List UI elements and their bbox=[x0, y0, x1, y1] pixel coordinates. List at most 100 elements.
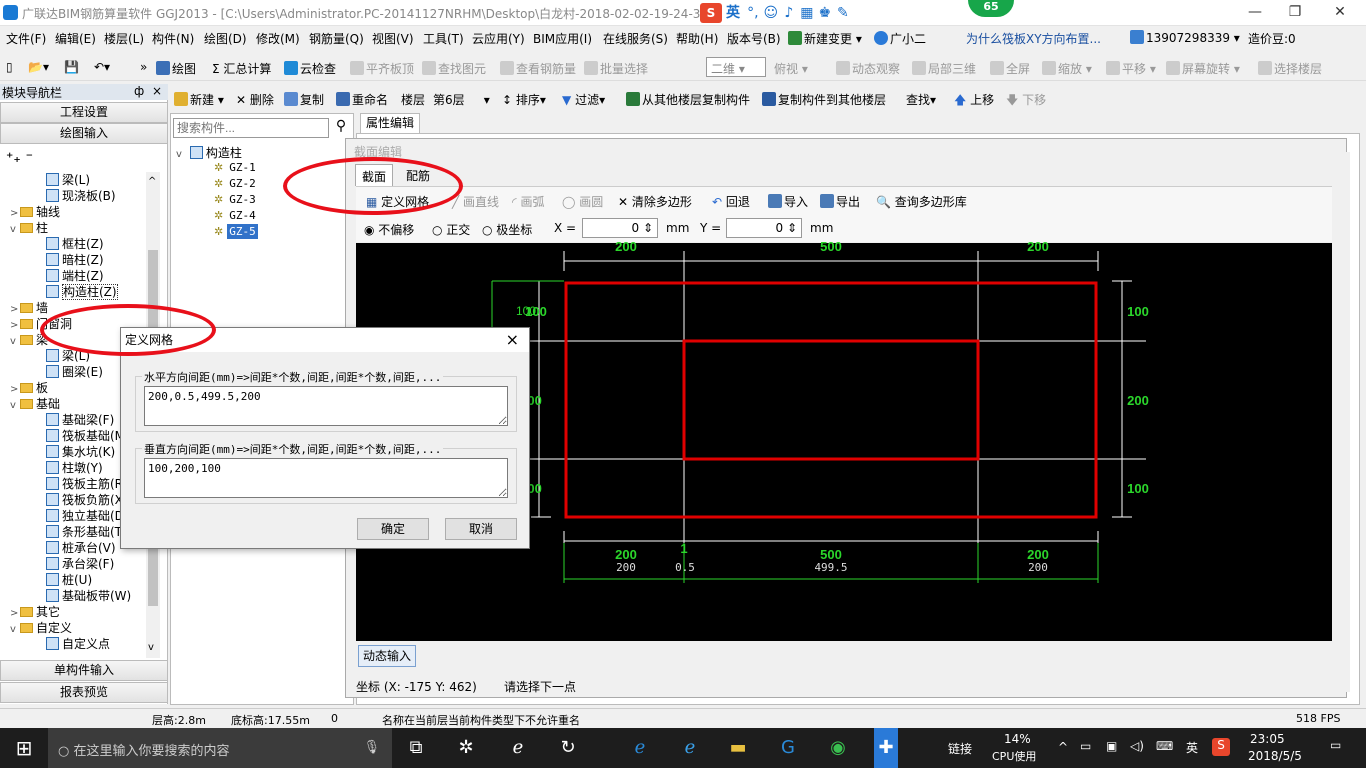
y-offset-input[interactable]: 0 ⇕ bbox=[726, 218, 802, 238]
rename-button[interactable]: 重命名 bbox=[336, 91, 388, 108]
clock-time[interactable]: 23:05 bbox=[1250, 732, 1285, 746]
rotate-button[interactable]: 屏幕旋转 ▾ bbox=[1166, 60, 1240, 77]
tree-item[interactable]: 现浇板(B) bbox=[46, 188, 116, 204]
menu-draw[interactable]: 绘图(D) bbox=[204, 30, 247, 47]
menu-modify[interactable]: 修改(M) bbox=[256, 30, 300, 47]
tree-item[interactable]: 筏板负筋(X) bbox=[46, 492, 128, 508]
menu-file[interactable]: 文件(F) bbox=[6, 30, 46, 47]
radio-no-offset[interactable]: ◉ 不偏移 bbox=[364, 221, 414, 238]
expand-icon[interactable]: v bbox=[10, 334, 20, 350]
tree-item[interactable]: > 墙 bbox=[10, 300, 48, 316]
task-view-icon[interactable]: ⧉ bbox=[404, 736, 428, 760]
filter-button[interactable]: ▼ 过滤▾ bbox=[562, 91, 605, 108]
panel-scrollbar[interactable] bbox=[1336, 152, 1350, 692]
menu-tools[interactable]: 工具(T) bbox=[423, 30, 464, 47]
user-phone[interactable]: 13907298339 ▾ bbox=[1130, 30, 1240, 45]
draw-arc-button[interactable]: ◜ 画弧 bbox=[512, 193, 544, 210]
fan-app-icon[interactable]: ✲ bbox=[454, 736, 478, 760]
menu-edit[interactable]: 编辑(E) bbox=[55, 30, 96, 47]
menu-rebar[interactable]: 钢筋量(Q) bbox=[309, 30, 364, 47]
menu-view[interactable]: 视图(V) bbox=[372, 30, 414, 47]
ok-button[interactable]: 确定 bbox=[357, 518, 429, 540]
draw-button[interactable]: 绘图 bbox=[156, 60, 196, 77]
radio-polar[interactable]: ○ 极坐标 bbox=[482, 221, 532, 238]
price-beans[interactable]: 造价豆:0 bbox=[1248, 30, 1296, 47]
tree-item[interactable]: 筏板基础(M) bbox=[46, 428, 130, 444]
tree-item[interactable]: 自定义点 bbox=[46, 636, 110, 652]
volume-icon[interactable]: ◁) bbox=[1130, 739, 1144, 753]
ime-toolbar[interactable]: S英 °, ☺ ♪ ▦ ♚ ✎ bbox=[700, 2, 910, 24]
sogou-tray-icon[interactable]: S bbox=[1212, 738, 1230, 756]
tree-item[interactable]: > 其它 bbox=[10, 604, 60, 620]
draw-input-button[interactable]: 绘图输入 bbox=[0, 123, 168, 144]
minimize-icon[interactable]: — bbox=[1245, 2, 1265, 22]
smile-icon[interactable]: ☺ bbox=[762, 5, 780, 21]
import-button[interactable]: 导入 bbox=[768, 193, 808, 210]
project-settings-button[interactable]: 工程设置 bbox=[0, 102, 168, 123]
floor-select[interactable]: 第6层 ▾ bbox=[433, 91, 490, 108]
menu-bim[interactable]: BIM应用(I) bbox=[533, 30, 592, 47]
batch-select-button[interactable]: 批量选择 bbox=[584, 60, 648, 77]
horizontal-spacing-input[interactable]: 200,0.5,499.5,200 bbox=[144, 386, 508, 426]
mic-icon[interactable]: ♪ bbox=[780, 5, 798, 21]
undo-step-button[interactable]: ↶ 回退 bbox=[712, 193, 750, 210]
zoom-button[interactable]: 缩放 ▾ bbox=[1042, 60, 1092, 77]
punct-icon[interactable]: °, bbox=[744, 5, 762, 21]
ie-blue-icon[interactable]: ℯ bbox=[678, 736, 702, 760]
sum-calc-button[interactable]: Σ 汇总计算 bbox=[212, 60, 271, 77]
sort-button[interactable]: ↕ 排序▾ bbox=[502, 91, 546, 108]
search-icon[interactable]: ⚲ bbox=[331, 118, 351, 138]
dynamic-view-button[interactable]: 动态观察 bbox=[836, 60, 900, 77]
tree-item[interactable]: v 基础 bbox=[10, 396, 60, 412]
keyboard-icon[interactable]: ▦ bbox=[798, 5, 816, 21]
menu-help[interactable]: 帮助(H) bbox=[676, 30, 718, 47]
view-mode-select[interactable]: 二维 ▾ bbox=[706, 57, 766, 77]
component-root[interactable]: v 构造柱 bbox=[176, 144, 242, 161]
menu-online[interactable]: 在线服务(S) bbox=[603, 30, 668, 47]
tree-item[interactable]: 端柱(Z) bbox=[46, 268, 104, 284]
taskbar-search[interactable]: ○ 在这里输入你要搜索的内容 🎙 bbox=[48, 728, 392, 768]
pin-icon[interactable]: ф bbox=[134, 84, 144, 98]
keyboard-tray-icon[interactable]: ⌨ bbox=[1156, 739, 1173, 753]
more-icon[interactable]: » bbox=[140, 60, 147, 74]
component-item[interactable]: ✲ GZ-4 bbox=[214, 208, 256, 222]
new-file-icon[interactable]: ▯ bbox=[6, 60, 13, 74]
g-app-icon[interactable]: ↻ bbox=[556, 736, 580, 760]
draw-circle-button[interactable]: ◯ 画圆 bbox=[562, 193, 603, 210]
tree-item[interactable]: > 轴线 bbox=[10, 204, 60, 220]
component-item[interactable]: ✲ GZ-2 bbox=[214, 176, 256, 190]
new-component-button[interactable]: 新建 ▾ bbox=[174, 91, 224, 108]
clear-polygon-button[interactable]: ✕ 清除多边形 bbox=[618, 193, 692, 210]
green-app-icon[interactable]: ◉ bbox=[826, 736, 850, 760]
query-polygon-lib-button[interactable]: 🔍 查询多边形库 bbox=[876, 193, 967, 210]
close-icon[interactable]: ✕ bbox=[1330, 2, 1350, 22]
link-label[interactable]: 链接 bbox=[948, 740, 972, 757]
explorer-icon[interactable]: ▬ bbox=[726, 736, 750, 760]
export-button[interactable]: 导出 bbox=[820, 193, 860, 210]
copy-from-floor-button[interactable]: 从其他楼层复制构件 bbox=[626, 91, 750, 108]
expand-icon[interactable]: v bbox=[10, 398, 20, 414]
windows-start-icon[interactable]: ⊞ bbox=[12, 736, 36, 760]
undo-icon[interactable]: ↶▾ bbox=[94, 60, 110, 74]
x-offset-input[interactable]: 0 ⇕ bbox=[582, 218, 658, 238]
scroll-up-icon[interactable]: ^ bbox=[148, 176, 156, 187]
tree-item[interactable]: v 自定义 bbox=[10, 620, 72, 636]
dynamic-input-button[interactable]: 动态输入 bbox=[358, 645, 416, 667]
single-input-button[interactable]: 单构件输入 bbox=[0, 660, 168, 681]
tree-item[interactable]: 条形基础(T) bbox=[46, 524, 127, 540]
tools-icon[interactable]: ✎ bbox=[834, 5, 852, 21]
move-down-button[interactable]: 🡇 下移 bbox=[1006, 91, 1046, 110]
delete-button[interactable]: ✕ 删除 bbox=[236, 91, 274, 108]
tree-item[interactable]: 基础板带(W) bbox=[46, 588, 131, 604]
tree-item[interactable]: v柱 bbox=[10, 220, 48, 236]
menu-cloud[interactable]: 云应用(Y) bbox=[472, 30, 525, 47]
edge-icon[interactable]: ℯ bbox=[628, 736, 652, 760]
clock-date[interactable]: 2018/5/5 bbox=[1248, 749, 1302, 763]
tree-item[interactable]: 圈梁(E) bbox=[46, 364, 103, 380]
tree-item[interactable]: 独立基础(D) bbox=[46, 508, 129, 524]
move-up-button[interactable]: 🡅 上移 bbox=[954, 91, 994, 110]
restore-icon[interactable]: ❐ bbox=[1285, 2, 1305, 22]
expand-icon[interactable]: v bbox=[10, 622, 20, 638]
vertical-spacing-input[interactable]: 100,200,100 bbox=[144, 458, 508, 498]
fullscreen-button[interactable]: 全屏 bbox=[990, 60, 1030, 77]
